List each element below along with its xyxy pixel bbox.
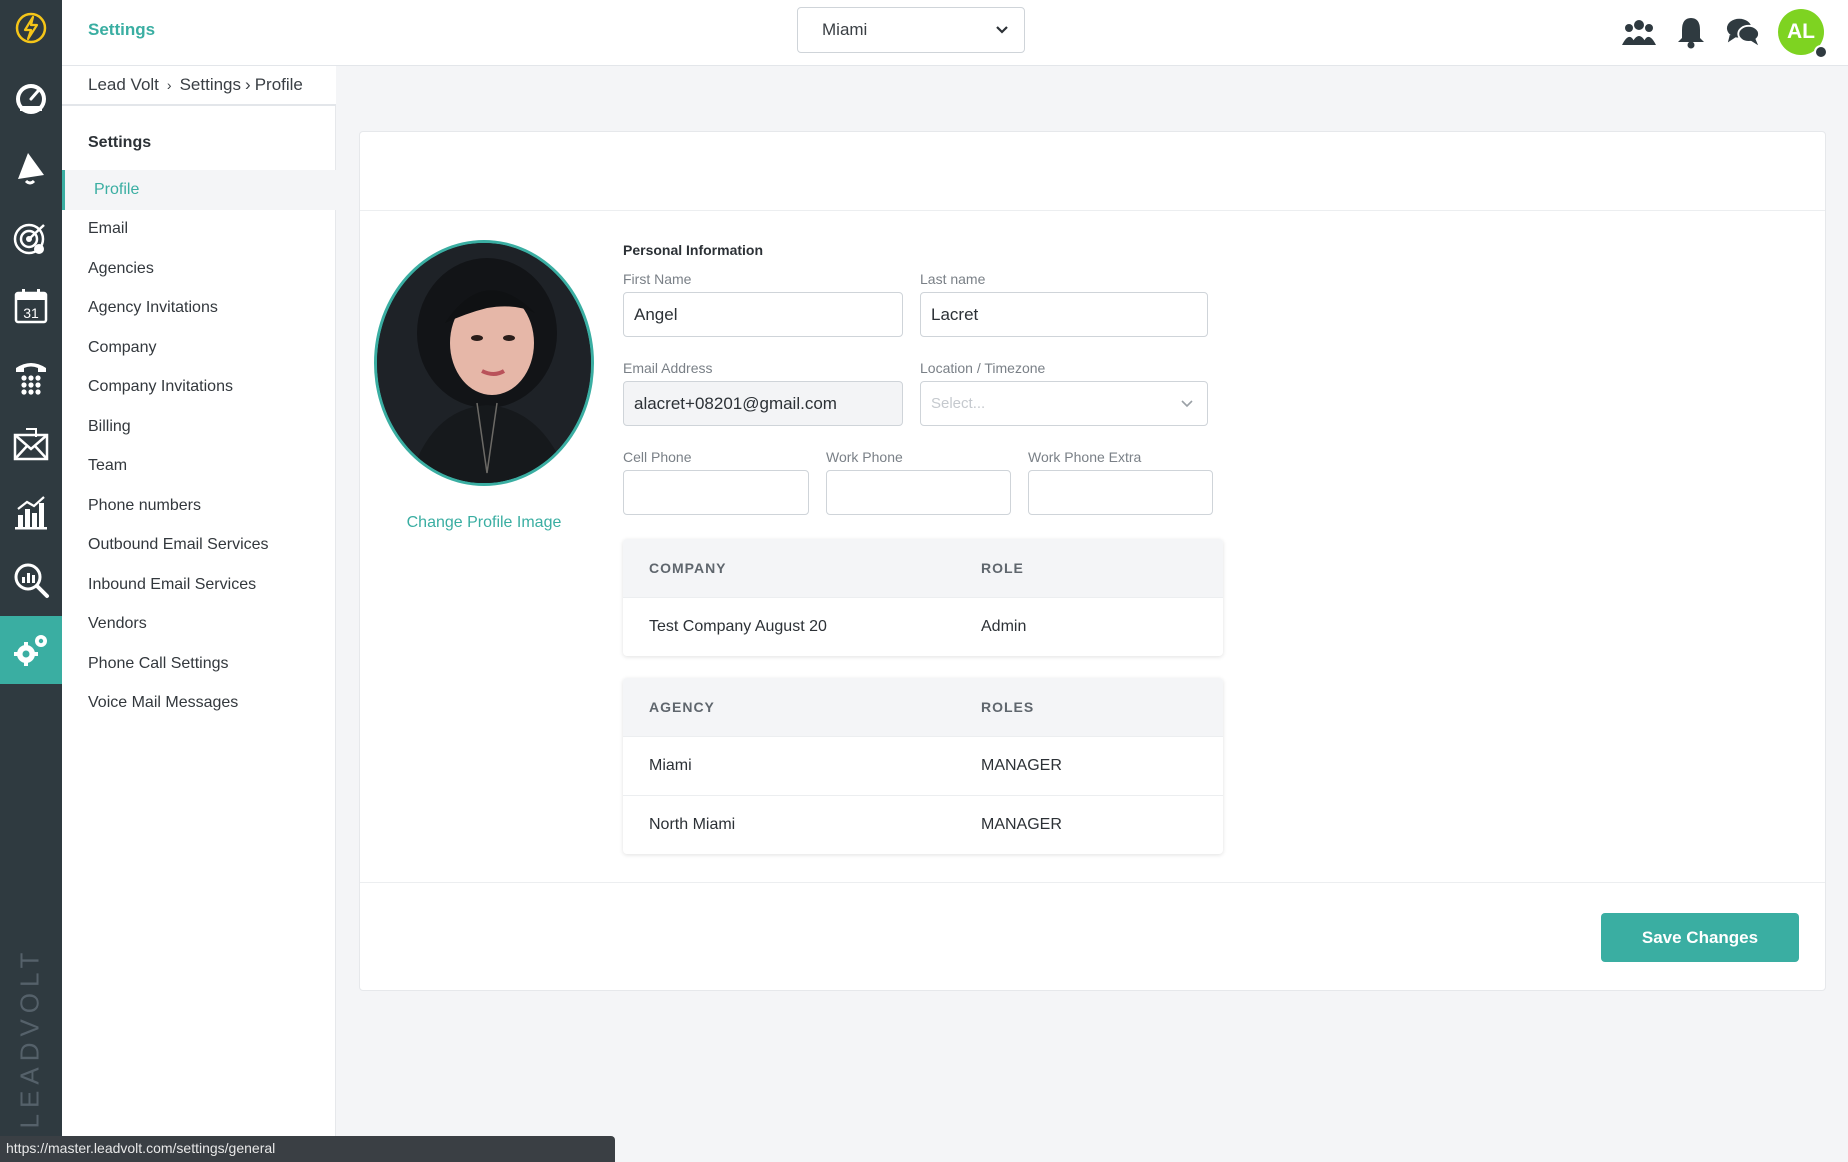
icon-rail: 31 LEADVOLT (0, 0, 62, 1162)
team-icon[interactable] (1622, 15, 1656, 49)
settings-menu: Settings Profile Email Agencies Agency I… (62, 106, 336, 1136)
change-profile-image-link[interactable]: Change Profile Image (360, 514, 608, 532)
avatar-initials: AL (1787, 20, 1815, 43)
agency-table: AGENCY ROLES Miami MANAGER North Miami M… (623, 678, 1223, 854)
settings-menu-item-inbound-email[interactable]: Inbound Email Services (62, 565, 336, 605)
agency-select[interactable]: Miami (797, 7, 1025, 53)
column-header-company: COMPANY (649, 560, 727, 576)
roles-cell: MANAGER (981, 757, 1062, 774)
leads-target-icon[interactable] (0, 204, 62, 272)
profile-photo-image (377, 243, 591, 483)
settings-menu-item-voice-mail[interactable]: Voice Mail Messages (62, 684, 336, 724)
brand-text: LEADVOLT (14, 946, 45, 1128)
work-phone-extra-field[interactable] (1028, 470, 1213, 515)
settings-menu-item-agency-invitations[interactable]: Agency Invitations (62, 289, 336, 329)
settings-menu-item-agencies[interactable]: Agencies (62, 249, 336, 289)
location-timezone-placeholder: Select... (931, 395, 986, 412)
location-timezone-select[interactable]: Select... (920, 381, 1208, 426)
notifications-bell-icon[interactable] (1674, 15, 1708, 49)
reports-icon[interactable] (0, 478, 62, 546)
settings-menu-item-company[interactable]: Company (62, 328, 336, 368)
profile-card: Change Profile Image Personal Informatio… (359, 131, 1826, 991)
work-phone-extra-label: Work Phone Extra (1028, 449, 1142, 465)
top-bar: Settings Miami AL (62, 0, 1848, 66)
company-cell: Test Company August 20 (649, 618, 827, 635)
profile-photo[interactable] (374, 240, 594, 486)
breadcrumb-separator: › (166, 77, 172, 93)
chat-icon[interactable] (1726, 15, 1760, 49)
save-changes-button[interactable]: Save Changes (1601, 913, 1799, 962)
settings-menu-item-vendors[interactable]: Vendors (62, 605, 336, 645)
table-row: Miami MANAGER (623, 736, 1223, 795)
section-title: Personal Information (623, 242, 764, 258)
breadcrumb-current: Profile (254, 75, 303, 94)
settings-menu-item-profile[interactable]: Profile (62, 170, 336, 210)
calendar-icon[interactable]: 31 (0, 272, 62, 340)
dashboard-icon[interactable] (0, 64, 62, 132)
agency-select-value: Miami (822, 20, 868, 39)
column-header-roles: ROLES (981, 699, 1035, 715)
cell-phone-field[interactable] (623, 470, 809, 515)
company-table: COMPANY ROLE Test Company August 20 Admi… (623, 539, 1223, 656)
user-avatar[interactable]: AL (1778, 9, 1828, 59)
first-name-field[interactable]: Angel (623, 292, 903, 337)
status-dot (1814, 45, 1828, 59)
analytics-search-icon[interactable] (0, 546, 62, 614)
agency-cell: Miami (649, 757, 692, 774)
email-label: Email Address (623, 360, 713, 376)
card-header (360, 132, 1825, 211)
work-phone-label: Work Phone (826, 449, 903, 465)
column-header-agency: AGENCY (649, 699, 715, 715)
breadcrumb-root[interactable]: Lead Volt (88, 75, 159, 95)
last-name-field[interactable]: Lacret (920, 292, 1208, 337)
settings-menu-item-billing[interactable]: Billing (62, 407, 336, 447)
chevron-down-icon (996, 26, 1008, 34)
settings-menu-item-company-invitations[interactable]: Company Invitations (62, 368, 336, 408)
breadcrumb: Lead Volt › Settings › Profile (62, 66, 336, 106)
cell-phone-label: Cell Phone (623, 449, 692, 465)
role-cell: Admin (981, 618, 1027, 635)
location-timezone-label: Location / Timezone (920, 360, 1046, 376)
settings-menu-heading: Settings (88, 134, 152, 151)
email-value: alacret+08201@gmail.com (634, 393, 837, 413)
roles-cell: MANAGER (981, 816, 1062, 833)
table-row: Test Company August 20 Admin (623, 597, 1223, 656)
settings-icon[interactable] (0, 616, 62, 684)
calendar-day: 31 (23, 305, 39, 321)
work-phone-field[interactable] (826, 470, 1011, 515)
breadcrumb-settings[interactable]: Settings (180, 75, 241, 95)
table-row: North Miami MANAGER (623, 795, 1223, 854)
settings-menu-item-email[interactable]: Email (62, 210, 336, 250)
settings-menu-item-phone-call-settings[interactable]: Phone Call Settings (62, 644, 336, 684)
last-name-label: Last name (920, 271, 986, 287)
phone-icon[interactable] (0, 342, 62, 410)
top-actions: AL (1622, 7, 1828, 59)
rail-brand-wordmark: LEADVOLT (10, 942, 50, 1132)
settings-menu-item-outbound-email[interactable]: Outbound Email Services (62, 526, 336, 566)
card-footer: Save Changes (360, 882, 1825, 992)
chevron-down-icon (1181, 400, 1193, 408)
browser-status-url: https://master.leadvolt.com/settings/gen… (0, 1136, 615, 1162)
campaigns-icon[interactable] (0, 134, 62, 202)
mail-icon[interactable] (0, 410, 62, 478)
last-name-value: Lacret (931, 304, 979, 324)
settings-menu-item-phone-numbers[interactable]: Phone numbers (62, 486, 336, 526)
breadcrumb-separator: › (245, 75, 251, 94)
agency-cell: North Miami (649, 816, 736, 833)
email-field[interactable]: alacret+08201@gmail.com (623, 381, 903, 426)
settings-menu-item-team[interactable]: Team (62, 447, 336, 487)
table-header: AGENCY ROLES (623, 678, 1223, 736)
table-header: COMPANY ROLE (623, 539, 1223, 597)
first-name-value: Angel (634, 304, 678, 324)
page-title: Settings (88, 20, 156, 39)
column-header-role: ROLE (981, 560, 1024, 576)
first-name-label: First Name (623, 271, 692, 287)
leadvolt-logo-icon[interactable] (0, 0, 62, 56)
